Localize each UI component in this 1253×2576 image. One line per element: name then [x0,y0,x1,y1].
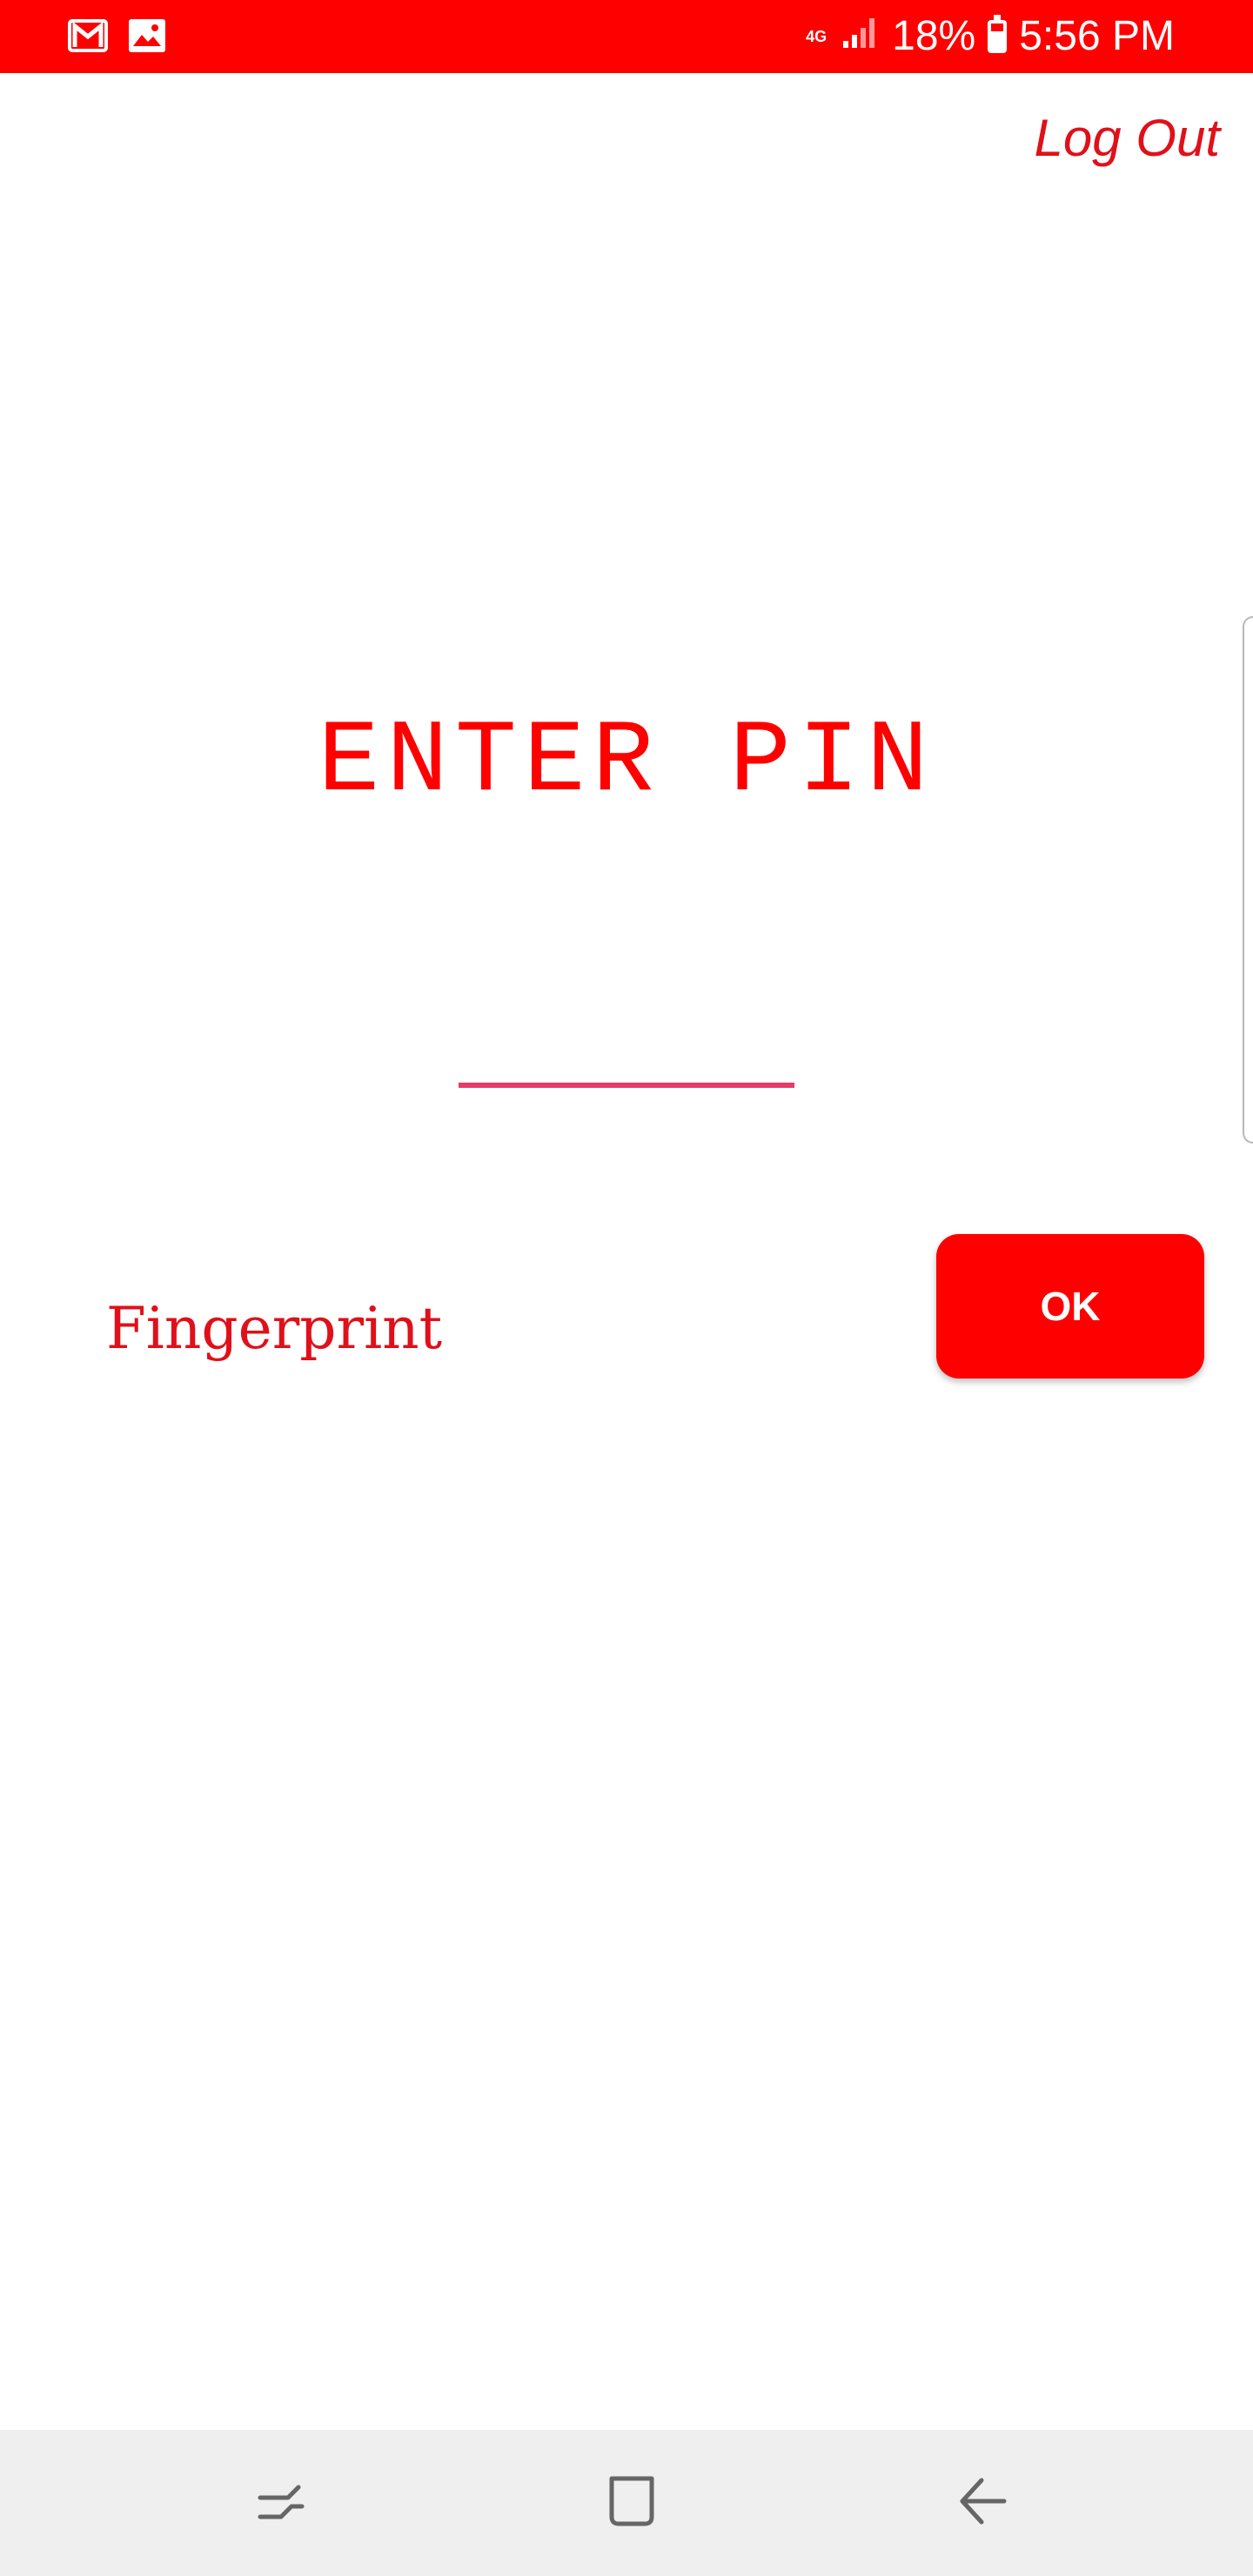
notification-icons [68,17,167,58]
page-title: ENTER PIN [318,705,935,821]
home-button[interactable] [596,2468,666,2538]
network-4g-icon: 4G [803,29,829,44]
ok-button[interactable]: OK [936,1234,1204,1379]
pin-input[interactable] [459,1018,794,1088]
network-tag-label: 4G [806,28,828,45]
battery-icon [988,15,1008,53]
edge-panel-handle[interactable] [1243,616,1253,1144]
pin-screen: 4G 18% 5:56 PM Log Out ENTER PIN Fingerp… [0,0,1253,2576]
clock: 5:56 PM [1019,13,1175,59]
home-icon [603,2473,659,2533]
system-status: 4G 18% 5:56 PM [803,10,1175,63]
gmail-icon [68,17,110,58]
back-button[interactable] [948,2468,1018,2538]
navigation-bar [0,2430,1253,2576]
logout-button[interactable]: Log Out [1035,108,1221,168]
back-icon [955,2473,1011,2533]
fingerprint-button[interactable]: Fingerprint [106,1295,442,1362]
status-bar: 4G 18% 5:56 PM [0,0,1253,73]
recent-apps-icon [255,2475,307,2532]
gallery-icon [127,17,167,58]
battery-percent: 18% [892,13,976,59]
signal-icon [841,10,880,63]
recent-apps-button[interactable] [246,2468,316,2538]
